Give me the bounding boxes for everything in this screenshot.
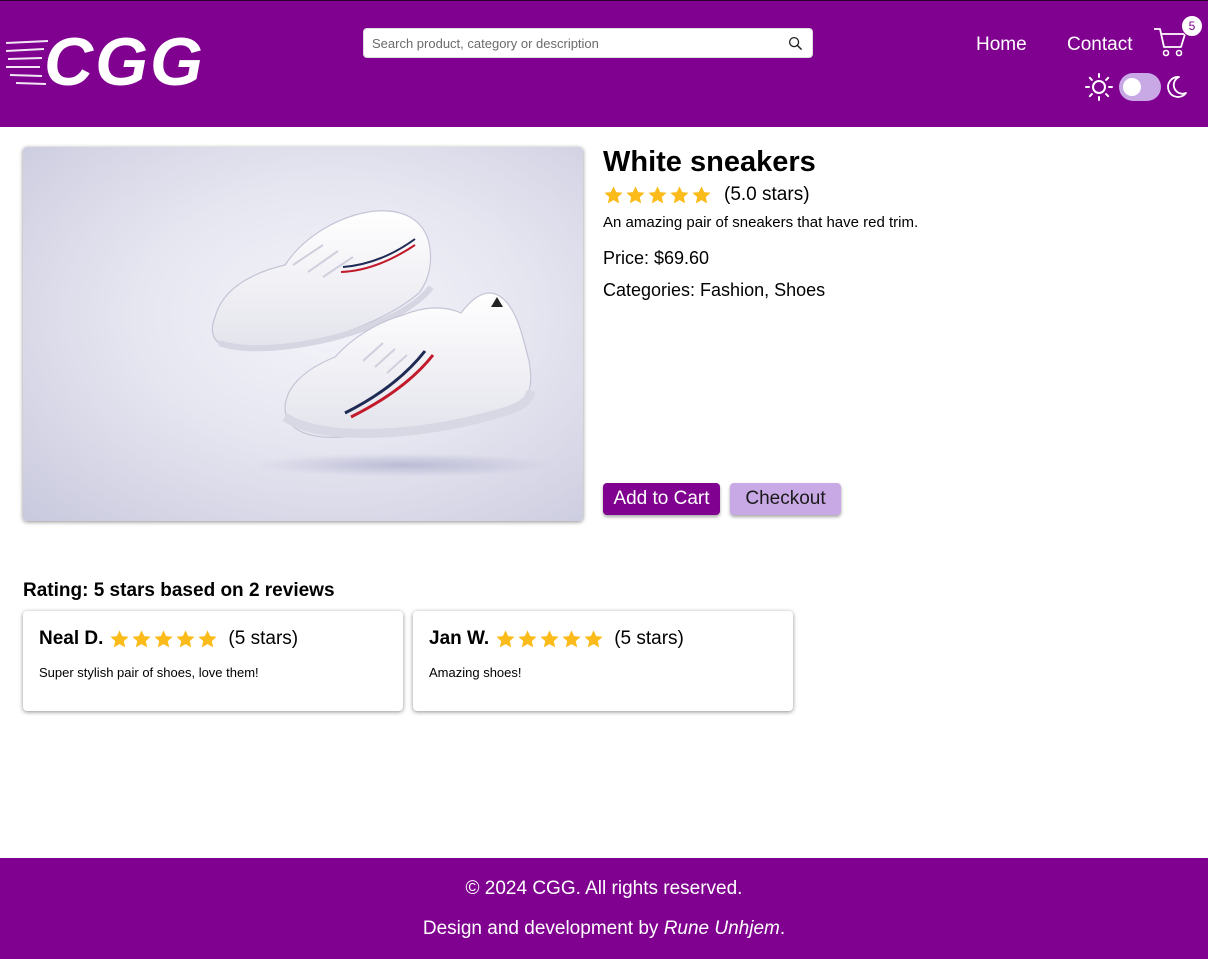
review-stars-text: (5 stars) (614, 628, 684, 649)
star-icon (692, 185, 711, 203)
product-stars (603, 185, 712, 206)
footer-credit-prefix: Design and development by (422, 918, 664, 939)
product-title: White sneakers (603, 146, 816, 178)
footer-credit: Design and development by Rune Unhjem. (0, 918, 1208, 940)
moon-icon[interactable] (1165, 74, 1189, 100)
cgg-logo[interactable]: CGG (6, 23, 226, 95)
review-stars (495, 629, 604, 650)
nav-home-link[interactable]: Home (976, 34, 1027, 56)
nav-contact-link[interactable]: Contact (1067, 34, 1132, 56)
product-description: An amazing pair of sneakers that have re… (603, 214, 919, 231)
star-icon (584, 629, 603, 647)
theme-toggle-knob (1123, 78, 1141, 96)
star-icon (198, 629, 218, 647)
star-icon (496, 629, 515, 647)
footer-credit-name[interactable]: Rune Unhjem (664, 918, 780, 939)
theme-toggle[interactable] (1119, 73, 1161, 101)
star-icon (540, 629, 559, 647)
star-icon (132, 629, 152, 647)
footer-credit-suffix: . (779, 918, 786, 939)
reviewer-name: Neal D. (39, 628, 104, 649)
reviewer-name: Jan W. (429, 628, 490, 649)
star-icon (518, 629, 537, 647)
cart-count-badge: 5 (1181, 15, 1203, 37)
search-input[interactable] (364, 29, 782, 57)
site-header: CGG Home Contact 5 (0, 0, 1208, 127)
reviews-heading: Rating: 5 stars based on 2 reviews (23, 580, 335, 601)
star-icon (154, 629, 174, 647)
product-price: Price: $69.60 (603, 248, 710, 268)
product-rating: (5.0 stars) (603, 184, 810, 206)
product-categories: Categories: Fashion, Shoes (603, 280, 826, 300)
star-icon (670, 185, 689, 203)
review-text: Super stylish pair of shoes, love them! (39, 665, 259, 680)
checkout-button[interactable]: Checkout (730, 483, 841, 515)
star-icon (626, 185, 645, 203)
review-card: Neal D. (5 stars) Super stylish pair of … (23, 611, 403, 711)
search-bar (363, 28, 813, 58)
review-stars-text: (5 stars) (228, 628, 299, 649)
sneakers-illustration (211, 210, 553, 477)
review-card: Jan W. (5 stars) Amazing shoes! (413, 611, 793, 711)
sun-icon[interactable] (1084, 72, 1114, 102)
search-icon[interactable] (782, 30, 808, 56)
star-icon (562, 629, 581, 647)
star-icon (176, 629, 196, 647)
review-header: Jan W. (5 stars) (429, 628, 684, 650)
star-icon (110, 629, 130, 647)
review-header: Neal D. (5 stars) (39, 628, 298, 650)
footer-copyright: © 2024 CGG. All rights reserved. (465, 878, 743, 899)
add-to-cart-button[interactable]: Add to Cart (603, 483, 720, 515)
star-icon (648, 185, 667, 203)
product-rating-text: (5.0 stars) (724, 184, 810, 205)
review-text: Amazing shoes! (429, 665, 522, 680)
svg-text:CGG: CGG (44, 24, 205, 95)
product-image (23, 147, 583, 521)
site-footer: © 2024 CGG. All rights reserved. Design … (0, 858, 1208, 959)
review-stars (109, 629, 218, 650)
star-icon (604, 185, 623, 203)
